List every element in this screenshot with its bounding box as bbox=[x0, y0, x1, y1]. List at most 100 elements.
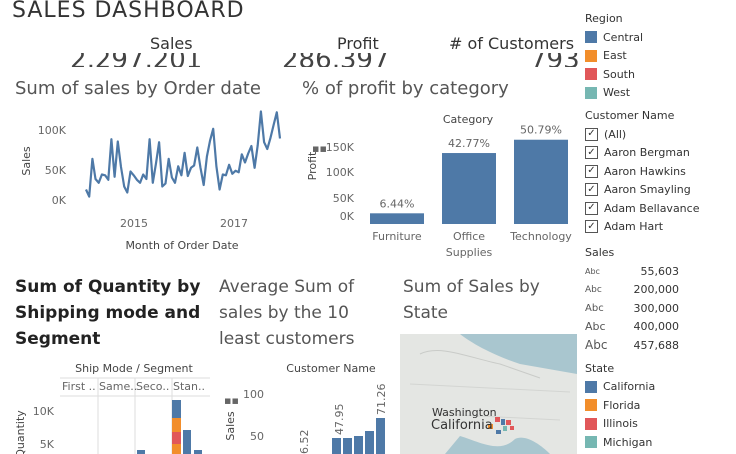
customer-filter-label: Aaron Hawkins bbox=[604, 164, 686, 178]
checkbox-icon[interactable]: ✓ bbox=[585, 127, 598, 141]
sales-size-title: Sales bbox=[585, 246, 615, 259]
abc-size-icon: Abc bbox=[585, 266, 600, 276]
checkbox-icon[interactable]: ✓ bbox=[585, 164, 598, 178]
line-y-axis-title: Sales bbox=[20, 146, 33, 176]
customer-label-1: 6.52 bbox=[298, 430, 311, 454]
state-legend-item[interactable]: Florida bbox=[585, 396, 735, 415]
customer-filter-list[interactable]: ✓ (All) ✓ Aaron Bergman ✓ Aaron Hawkins ✓ Aaron… bbox=[585, 125, 735, 239]
customer-filter-title: Customer Name bbox=[585, 109, 675, 122]
customer-filter-item[interactable]: ✓ Aaron Smayling bbox=[585, 181, 735, 200]
bar-y-tick-50k: 50K bbox=[333, 192, 355, 205]
state-legend-label: Illinois bbox=[603, 417, 638, 431]
line-x-tick-2017: 2017 bbox=[220, 217, 248, 230]
state-legend: California Florida Illinois Michigan bbox=[585, 378, 735, 452]
quantity-by-ship-title: Sum of Quantity by Shipping mode and Seg… bbox=[15, 277, 201, 349]
region-legend-label: Central bbox=[603, 30, 644, 44]
sales-line-chart[interactable]: Sales 100K 50K 0K 2015 2017 Month of Ord… bbox=[10, 104, 295, 262]
sales-size-item: Abc 400,000 bbox=[585, 318, 735, 337]
kpi-profit-label: Profit bbox=[337, 34, 379, 53]
ship-col-same: Same.. bbox=[99, 380, 137, 393]
sales-by-date-title: Sum of sales by Order date bbox=[15, 78, 262, 99]
state-legend-item[interactable]: Michigan bbox=[585, 433, 735, 452]
customer-label-2: 47.95 bbox=[333, 404, 346, 436]
profit-data-label-0: 6.44% bbox=[380, 197, 415, 210]
customer-filter-label: Aaron Smayling bbox=[604, 183, 691, 197]
bar-y-tick-100k: 100K bbox=[326, 166, 355, 179]
profit-data-label-1: 42.77% bbox=[448, 137, 490, 150]
kpi-customers-value: 793 bbox=[530, 53, 580, 67]
customer-filter-item[interactable]: ✓ (All) bbox=[585, 125, 735, 144]
customer-sales-chart[interactable]: Customer Name ▪▪ Sales 100 50 6.52 47.95… bbox=[218, 358, 398, 454]
state-legend-label: California bbox=[603, 380, 656, 394]
checkbox-icon[interactable]: ✓ bbox=[585, 146, 598, 160]
profit-bar-0[interactable] bbox=[370, 213, 424, 224]
profit-data-label-2: 50.79% bbox=[520, 124, 562, 137]
customer-chart-header: Customer Name bbox=[286, 362, 376, 375]
customer-filter-item[interactable]: ✓ Aaron Bergman bbox=[585, 144, 735, 163]
region-legend-item[interactable]: South bbox=[585, 65, 735, 84]
customer-sort-icon[interactable]: ▪▪ bbox=[224, 394, 239, 407]
sort-icon[interactable]: ▪▪ bbox=[312, 142, 327, 155]
region-legend: Central East South West bbox=[585, 28, 735, 102]
region-swatch bbox=[585, 31, 597, 44]
ship-mode-chart[interactable]: Ship Mode / Segment First .. Same.. Seco… bbox=[10, 358, 210, 454]
sales-line-series[interactable] bbox=[84, 110, 282, 198]
profit-category-label-1-1: Supplies bbox=[446, 246, 493, 259]
region-legend-label: East bbox=[603, 49, 627, 63]
checkbox-icon[interactable]: ✓ bbox=[585, 201, 598, 215]
map-label-california: California bbox=[431, 418, 493, 433]
region-legend-label: West bbox=[603, 86, 631, 100]
bar-y-axis-title: Profit bbox=[306, 151, 319, 180]
ship-col-second: Seco.. bbox=[136, 380, 169, 393]
sales-size-label: 300,000 bbox=[633, 301, 680, 315]
region-legend-item[interactable]: East bbox=[585, 47, 735, 66]
sales-size-item: Abc 200,000 bbox=[585, 281, 735, 300]
customer-y-tick-100: 100 bbox=[243, 388, 264, 401]
checkbox-icon[interactable]: ✓ bbox=[585, 183, 598, 197]
sales-size-legend: Abc 55,603 Abc 200,000 Abc 300,000 Abc 400,000 A… bbox=[585, 262, 735, 355]
state-legend-title: State bbox=[585, 361, 615, 375]
state-legend-item[interactable]: California bbox=[585, 378, 735, 397]
profit-category-label-0-0: Furniture bbox=[372, 230, 422, 243]
ship-y-tick-10k: 10K bbox=[33, 405, 55, 418]
kpi-profit-value: 286,397 bbox=[282, 53, 390, 67]
region-swatch bbox=[585, 68, 597, 81]
dashboard-title: SALES DASHBOARD bbox=[12, 0, 245, 18]
customer-filter-label: (All) bbox=[604, 127, 627, 141]
region-legend-item[interactable]: Central bbox=[585, 28, 735, 47]
profit-category-label-2-0: Technology bbox=[509, 230, 572, 243]
region-swatch bbox=[585, 86, 597, 99]
sales-size-label: 400,000 bbox=[633, 320, 680, 334]
region-legend-title: Region bbox=[585, 12, 623, 25]
customer-filter-item[interactable]: ✓ Aaron Hawkins bbox=[585, 162, 735, 181]
sales-size-item: Abc 55,603 bbox=[585, 262, 735, 281]
state-legend-item[interactable]: Illinois bbox=[585, 415, 735, 434]
profit-bar-chart[interactable]: Category Profit ▪▪ 150K 100K 50K 0K 6.44… bbox=[300, 104, 580, 264]
profit-category-label-1-0: Office bbox=[453, 230, 485, 243]
avg-sales-customers-title: Average Sum of sales by the 10 least cus… bbox=[219, 277, 355, 349]
abc-size-icon: Abc bbox=[585, 320, 606, 334]
ship-col-standard: Stan.. bbox=[173, 380, 205, 393]
profit-bar-1[interactable] bbox=[442, 153, 496, 224]
profit-bar-2[interactable] bbox=[514, 139, 568, 224]
sales-size-item: Abc 300,000 bbox=[585, 299, 735, 318]
customer-filter-item[interactable]: ✓ Adam Hart bbox=[585, 218, 735, 237]
customer-y-axis-title: Sales bbox=[224, 411, 237, 441]
ship-col-first: First .. bbox=[62, 380, 96, 393]
bar-y-tick-150k: 150K bbox=[326, 141, 355, 154]
customer-label-3: 71.26 bbox=[375, 384, 388, 416]
region-legend-item[interactable]: West bbox=[585, 84, 735, 103]
bar-chart-header: Category bbox=[443, 113, 494, 126]
customer-filter-item[interactable]: ✓Adam Shillingsburg bbox=[585, 236, 735, 239]
sales-size-item: Abc 457,688 bbox=[585, 336, 735, 355]
state-sales-map[interactable]: Washington California bbox=[400, 334, 577, 454]
customer-filter-item[interactable]: ✓ Adam Bellavance bbox=[585, 199, 735, 218]
kpi-sales-value: 2,297,201 bbox=[70, 53, 202, 67]
sales-by-state-title: Sum of Sales by State bbox=[403, 277, 540, 323]
region-swatch bbox=[585, 49, 597, 62]
abc-size-icon: Abc bbox=[585, 284, 602, 295]
ship-chart-header: Ship Mode / Segment bbox=[75, 362, 193, 375]
state-legend-label: Florida bbox=[603, 398, 641, 412]
checkbox-icon[interactable]: ✓ bbox=[585, 220, 598, 234]
state-legend-label: Michigan bbox=[603, 435, 653, 449]
